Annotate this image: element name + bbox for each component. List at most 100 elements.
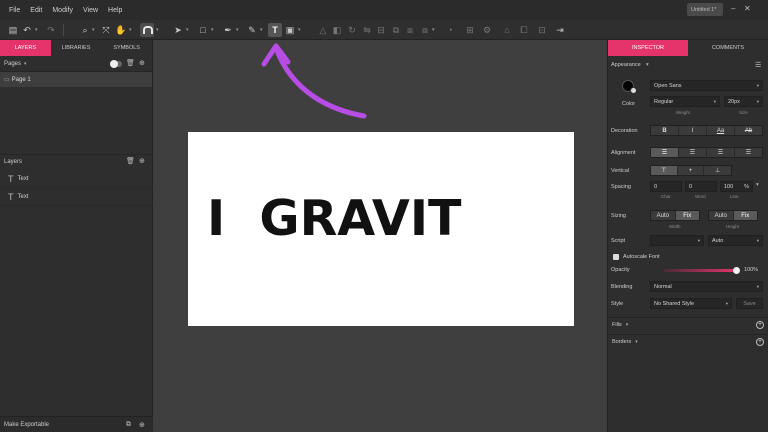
add-fill-icon[interactable]: + — [756, 321, 764, 329]
subtract-icon[interactable]: ⧈ — [403, 23, 417, 37]
pointer-dropdown-caret[interactable]: ▾ — [186, 27, 189, 33]
pages-toggle[interactable] — [110, 60, 122, 68]
height-fix-button[interactable]: Fix — [733, 211, 757, 220]
borders-section-header[interactable]: Borders ▾ + — [608, 334, 768, 349]
document-title-tab[interactable]: Untitled 1* — [687, 3, 723, 16]
pen-dropdown-caret[interactable]: ▾ — [236, 27, 239, 33]
delete-layer-icon[interactable]: 🗑 — [126, 157, 135, 165]
menu-edit[interactable]: Edit — [25, 7, 47, 14]
union-icon[interactable]: ⧉ — [389, 23, 403, 37]
color-picker-icon[interactable] — [630, 87, 637, 94]
blending-select[interactable]: Normal ▾ — [650, 281, 763, 292]
minimize-button[interactable]: – — [731, 4, 735, 13]
symbol-icon[interactable]: ⚙ — [480, 23, 494, 37]
menu-help[interactable]: Help — [103, 7, 127, 14]
opacity-slider-thumb[interactable] — [733, 267, 740, 274]
tab-inspector[interactable]: INSPECTOR — [608, 40, 688, 56]
align-right-icon[interactable]: ☰ — [707, 148, 735, 157]
snap-magnet-icon[interactable] — [140, 23, 154, 37]
export-settings-icon[interactable]: ⧉ — [126, 421, 131, 429]
pages-header[interactable]: Pages ▾ 🗑 ⊕ — [0, 56, 152, 72]
script-select[interactable]: ▾ — [650, 235, 704, 246]
page-item[interactable]: ▭ Page 1 — [0, 72, 152, 87]
flip-icon[interactable]: ⇋ — [360, 23, 374, 37]
add-page-icon[interactable]: ⊕ — [139, 59, 145, 67]
height-auto-button[interactable]: Auto — [709, 211, 734, 220]
fit-view-icon[interactable]: ⤧ — [99, 23, 113, 37]
font-size-select[interactable]: 20px ▾ — [724, 96, 763, 107]
shape-dropdown-caret[interactable]: ▾ — [211, 27, 214, 33]
pointer-tool-icon[interactable]: ➤ — [171, 23, 185, 37]
script-mode-select[interactable]: Auto ▾ — [708, 235, 763, 246]
add-border-icon[interactable]: + — [756, 338, 764, 346]
char-spacing-input[interactable]: 0 — [650, 181, 682, 192]
menu-file[interactable]: File — [4, 7, 25, 14]
image-dropdown-caret[interactable]: ▾ — [298, 27, 301, 33]
italic-button[interactable]: I — [679, 126, 707, 135]
width-auto-button[interactable]: Auto — [651, 211, 676, 220]
undo-icon[interactable]: ↶ — [20, 23, 34, 37]
opacity-slider[interactable] — [664, 269, 736, 272]
canvas-text[interactable]: I GRAVIT — [207, 194, 461, 243]
export-icon[interactable]: ⇥ — [553, 23, 567, 37]
opacity-value[interactable]: 100% — [744, 267, 758, 273]
image-tool-icon[interactable]: ▣ — [283, 23, 297, 37]
font-weight-select[interactable]: Regular ▾ — [650, 96, 720, 107]
layer-item[interactable]: T Text — [0, 189, 153, 206]
bold-button[interactable]: B — [651, 126, 679, 135]
vertical-top-icon[interactable]: ⊤ — [651, 166, 678, 175]
text-tool-icon[interactable]: T — [268, 23, 282, 37]
zoom-dropdown-caret[interactable]: ▾ — [92, 27, 95, 33]
mask-icon[interactable]: ◔ — [443, 23, 457, 37]
align-center-icon[interactable]: ☰ — [679, 148, 707, 157]
hide-icon[interactable]: ⊡ — [535, 23, 549, 37]
close-window-button[interactable]: ✕ — [744, 4, 751, 13]
fills-section-header[interactable]: Fills ▾ + — [608, 317, 768, 332]
vertical-middle-icon[interactable]: + — [678, 166, 705, 175]
word-spacing-input[interactable]: 0 — [685, 181, 717, 192]
path-tool-icon[interactable]: △ — [316, 23, 330, 37]
distribute-icon[interactable]: ⊟ — [374, 23, 388, 37]
save-style-button[interactable]: Save — [736, 298, 763, 309]
rectangle-tool-icon[interactable]: □ — [196, 23, 210, 37]
artboard[interactable]: I GRAVIT — [188, 132, 574, 326]
zoom-icon[interactable]: ⌕ — [78, 23, 92, 37]
font-family-select[interactable]: Open Sans ▾ — [650, 80, 763, 91]
vertical-bottom-icon[interactable]: ⊥ — [704, 166, 731, 175]
boolean-icon[interactable]: ◧ — [330, 23, 344, 37]
snap-dropdown-caret[interactable]: ▾ — [156, 27, 159, 33]
boolean-dropdown-caret[interactable]: ▾ — [432, 27, 435, 33]
rotate-icon[interactable]: ↻ — [345, 23, 359, 37]
style-select[interactable]: No Shared Style ▾ — [650, 298, 732, 309]
tab-comments[interactable]: COMMENTS — [688, 40, 768, 56]
menu-view[interactable]: View — [78, 7, 103, 14]
intersect-icon[interactable]: ⧇ — [418, 23, 432, 37]
align-left-icon[interactable]: ☰ — [651, 148, 679, 157]
pencil-dropdown-caret[interactable]: ▾ — [260, 27, 263, 33]
line-spacing-caret-icon[interactable]: ▾ — [756, 182, 759, 188]
canvas-area[interactable]: I GRAVIT — [153, 40, 607, 432]
add-layer-icon[interactable]: ⊕ — [139, 157, 145, 165]
tab-layers[interactable]: LAYERS — [0, 40, 51, 56]
pen-tool-icon[interactable]: ✒ — [221, 23, 235, 37]
make-exportable-bar[interactable]: Make Exportable ⧉ ⊕ — [0, 416, 153, 432]
menu-modify[interactable]: Modify — [47, 7, 78, 14]
pencil-tool-icon[interactable]: ✎ — [245, 23, 259, 37]
view-dropdown-caret[interactable]: ▾ — [129, 27, 132, 33]
appearance-settings-icon[interactable]: ☰ — [755, 61, 761, 69]
undo-dropdown-caret[interactable]: ▾ — [35, 27, 38, 33]
save-icon[interactable]: ▤ — [6, 23, 20, 37]
autoscale-checkbox[interactable] — [613, 254, 619, 260]
lock-icon[interactable]: ⧠ — [517, 23, 531, 37]
hand-tool-icon[interactable]: ✋ — [114, 23, 128, 37]
underline-button[interactable]: Aa — [707, 126, 735, 135]
layer-item[interactable]: T Text — [0, 171, 153, 188]
group-icon[interactable]: ⊞ — [463, 23, 477, 37]
arrange-icon[interactable]: ⌂ — [500, 23, 514, 37]
width-fix-button[interactable]: Fix — [675, 211, 699, 220]
add-export-icon[interactable]: ⊕ — [139, 421, 145, 429]
line-spacing-input[interactable]: 100 % — [720, 181, 753, 192]
appearance-label[interactable]: Appearance — [611, 62, 641, 68]
tab-libraries[interactable]: LIBRARIES — [51, 40, 102, 56]
strikethrough-button[interactable]: Ab — [735, 126, 762, 135]
